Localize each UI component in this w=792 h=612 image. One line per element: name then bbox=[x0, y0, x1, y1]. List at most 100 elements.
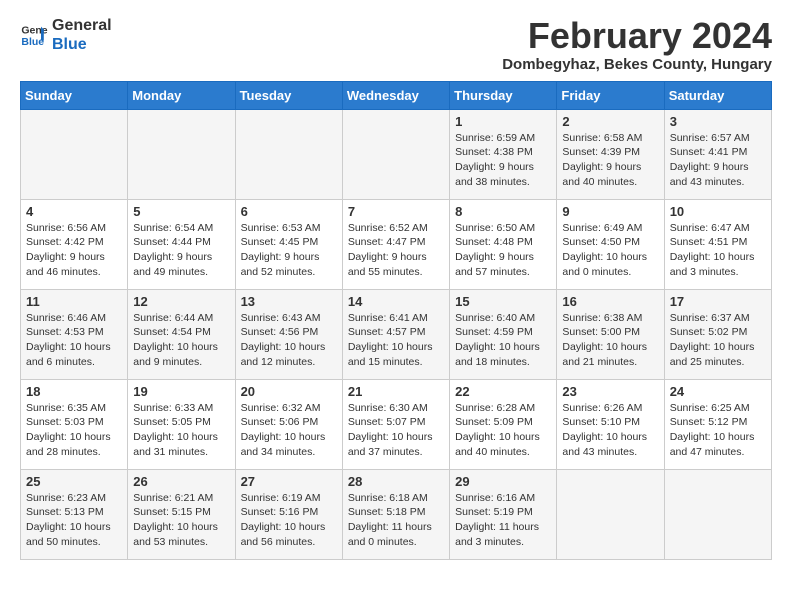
subtitle: Dombegyhaz, Bekes County, Hungary bbox=[502, 56, 772, 73]
cell-info: Sunrise: 6:46 AMSunset: 4:53 PMDaylight:… bbox=[26, 311, 122, 370]
calendar-cell: 12 Sunrise: 6:44 AMSunset: 4:54 PMDayligh… bbox=[128, 289, 235, 379]
col-header-friday: Friday bbox=[557, 81, 664, 109]
calendar-cell: 9 Sunrise: 6:49 AMSunset: 4:50 PMDaylight… bbox=[557, 199, 664, 289]
calendar-cell bbox=[21, 109, 128, 199]
calendar-cell: 26 Sunrise: 6:21 AMSunset: 5:15 PMDayligh… bbox=[128, 469, 235, 559]
cell-day-number: 12 bbox=[133, 294, 229, 309]
calendar-cell: 16 Sunrise: 6:38 AMSunset: 5:00 PMDayligh… bbox=[557, 289, 664, 379]
cell-info: Sunrise: 6:18 AMSunset: 5:18 PMDaylight:… bbox=[348, 491, 444, 550]
calendar-cell: 20 Sunrise: 6:32 AMSunset: 5:06 PMDayligh… bbox=[235, 379, 342, 469]
calendar-cell: 1 Sunrise: 6:59 AMSunset: 4:38 PMDaylight… bbox=[450, 109, 557, 199]
col-header-saturday: Saturday bbox=[664, 81, 771, 109]
cell-day-number: 16 bbox=[562, 294, 658, 309]
page-header: General Blue General Blue February 2024 … bbox=[20, 16, 772, 73]
logo-blue: Blue bbox=[52, 35, 112, 54]
logo-general: General bbox=[52, 16, 112, 35]
cell-day-number: 2 bbox=[562, 114, 658, 129]
cell-day-number: 21 bbox=[348, 384, 444, 399]
cell-info: Sunrise: 6:56 AMSunset: 4:42 PMDaylight:… bbox=[26, 221, 122, 280]
cell-day-number: 10 bbox=[670, 204, 766, 219]
cell-info: Sunrise: 6:50 AMSunset: 4:48 PMDaylight:… bbox=[455, 221, 551, 280]
cell-day-number: 7 bbox=[348, 204, 444, 219]
calendar-table: SundayMondayTuesdayWednesdayThursdayFrid… bbox=[20, 81, 772, 560]
calendar-cell: 17Sunrise: 6:37 AMSunset: 5:02 PMDayligh… bbox=[664, 289, 771, 379]
cell-info: Sunrise: 6:33 AMSunset: 5:05 PMDaylight:… bbox=[133, 401, 229, 460]
calendar-cell: 4 Sunrise: 6:56 AMSunset: 4:42 PMDaylight… bbox=[21, 199, 128, 289]
calendar-cell: 28 Sunrise: 6:18 AMSunset: 5:18 PMDayligh… bbox=[342, 469, 449, 559]
cell-info: Sunrise: 6:32 AMSunset: 5:06 PMDaylight:… bbox=[241, 401, 337, 460]
cell-day-number: 29 bbox=[455, 474, 551, 489]
cell-info: Sunrise: 6:37 AMSunset: 5:02 PMDaylight:… bbox=[670, 311, 766, 370]
col-header-monday: Monday bbox=[128, 81, 235, 109]
calendar-cell: 24 Sunrise: 6:25 AMSunset: 5:12 PMDayligh… bbox=[664, 379, 771, 469]
cell-info: Sunrise: 6:19 AMSunset: 5:16 PMDaylight:… bbox=[241, 491, 337, 550]
calendar-cell: 14Sunrise: 6:41 AMSunset: 4:57 PMDayligh… bbox=[342, 289, 449, 379]
cell-info: Sunrise: 6:28 AMSunset: 5:09 PMDaylight:… bbox=[455, 401, 551, 460]
calendar-cell bbox=[557, 469, 664, 559]
cell-info: Sunrise: 6:43 AMSunset: 4:56 PMDaylight:… bbox=[241, 311, 337, 370]
cell-day-number: 22 bbox=[455, 384, 551, 399]
cell-day-number: 5 bbox=[133, 204, 229, 219]
cell-day-number: 20 bbox=[241, 384, 337, 399]
calendar-cell: 23 Sunrise: 6:26 AMSunset: 5:10 PMDayligh… bbox=[557, 379, 664, 469]
calendar-cell: 3Sunrise: 6:57 AMSunset: 4:41 PMDaylight… bbox=[664, 109, 771, 199]
cell-info: Sunrise: 6:52 AMSunset: 4:47 PMDaylight:… bbox=[348, 221, 444, 280]
logo: General Blue General Blue bbox=[20, 16, 112, 54]
cell-info: Sunrise: 6:58 AMSunset: 4:39 PMDaylight:… bbox=[562, 131, 658, 190]
calendar-cell: 27 Sunrise: 6:19 AMSunset: 5:16 PMDayligh… bbox=[235, 469, 342, 559]
cell-day-number: 1 bbox=[455, 114, 551, 129]
col-header-sunday: Sunday bbox=[21, 81, 128, 109]
cell-day-number: 15 bbox=[455, 294, 551, 309]
cell-info: Sunrise: 6:38 AMSunset: 5:00 PMDaylight:… bbox=[562, 311, 658, 370]
cell-day-number: 6 bbox=[241, 204, 337, 219]
cell-day-number: 26 bbox=[133, 474, 229, 489]
cell-info: Sunrise: 6:25 AMSunset: 5:12 PMDaylight:… bbox=[670, 401, 766, 460]
cell-day-number: 9 bbox=[562, 204, 658, 219]
cell-day-number: 11 bbox=[26, 294, 122, 309]
cell-info: Sunrise: 6:47 AMSunset: 4:51 PMDaylight:… bbox=[670, 221, 766, 280]
col-header-wednesday: Wednesday bbox=[342, 81, 449, 109]
cell-info: Sunrise: 6:59 AMSunset: 4:38 PMDaylight:… bbox=[455, 131, 551, 190]
calendar-cell: 21 Sunrise: 6:30 AMSunset: 5:07 PMDayligh… bbox=[342, 379, 449, 469]
calendar-cell: 10 Sunrise: 6:47 AMSunset: 4:51 PMDayligh… bbox=[664, 199, 771, 289]
cell-day-number: 27 bbox=[241, 474, 337, 489]
cell-info: Sunrise: 6:35 AMSunset: 5:03 PMDaylight:… bbox=[26, 401, 122, 460]
calendar-cell: 25Sunrise: 6:23 AMSunset: 5:13 PMDayligh… bbox=[21, 469, 128, 559]
main-title: February 2024 bbox=[502, 16, 772, 56]
cell-info: Sunrise: 6:21 AMSunset: 5:15 PMDaylight:… bbox=[133, 491, 229, 550]
cell-info: Sunrise: 6:41 AMSunset: 4:57 PMDaylight:… bbox=[348, 311, 444, 370]
svg-text:General: General bbox=[21, 25, 48, 37]
calendar-cell: 22 Sunrise: 6:28 AMSunset: 5:09 PMDayligh… bbox=[450, 379, 557, 469]
calendar-cell bbox=[342, 109, 449, 199]
col-header-tuesday: Tuesday bbox=[235, 81, 342, 109]
cell-day-number: 13 bbox=[241, 294, 337, 309]
cell-info: Sunrise: 6:26 AMSunset: 5:10 PMDaylight:… bbox=[562, 401, 658, 460]
calendar-cell: 7 Sunrise: 6:52 AMSunset: 4:47 PMDaylight… bbox=[342, 199, 449, 289]
calendar-cell bbox=[664, 469, 771, 559]
calendar-cell: 15 Sunrise: 6:40 AMSunset: 4:59 PMDayligh… bbox=[450, 289, 557, 379]
calendar-cell: 5 Sunrise: 6:54 AMSunset: 4:44 PMDaylight… bbox=[128, 199, 235, 289]
cell-info: Sunrise: 6:54 AMSunset: 4:44 PMDaylight:… bbox=[133, 221, 229, 280]
cell-info: Sunrise: 6:30 AMSunset: 5:07 PMDaylight:… bbox=[348, 401, 444, 460]
cell-day-number: 4 bbox=[26, 204, 122, 219]
calendar-cell: 29 Sunrise: 6:16 AMSunset: 5:19 PMDayligh… bbox=[450, 469, 557, 559]
calendar-cell: 18 Sunrise: 6:35 AMSunset: 5:03 PMDayligh… bbox=[21, 379, 128, 469]
cell-info: Sunrise: 6:40 AMSunset: 4:59 PMDaylight:… bbox=[455, 311, 551, 370]
cell-day-number: 28 bbox=[348, 474, 444, 489]
cell-info: Sunrise: 6:49 AMSunset: 4:50 PMDaylight:… bbox=[562, 221, 658, 280]
cell-day-number: 23 bbox=[562, 384, 658, 399]
logo-icon: General Blue bbox=[20, 21, 48, 49]
cell-info: Sunrise: 6:44 AMSunset: 4:54 PMDaylight:… bbox=[133, 311, 229, 370]
calendar-cell: 8 Sunrise: 6:50 AMSunset: 4:48 PMDaylight… bbox=[450, 199, 557, 289]
cell-day-number: 24 bbox=[670, 384, 766, 399]
cell-info: Sunrise: 6:53 AMSunset: 4:45 PMDaylight:… bbox=[241, 221, 337, 280]
cell-day-number: 18 bbox=[26, 384, 122, 399]
cell-day-number: 19 bbox=[133, 384, 229, 399]
calendar-cell: 2 Sunrise: 6:58 AMSunset: 4:39 PMDaylight… bbox=[557, 109, 664, 199]
cell-day-number: 8 bbox=[455, 204, 551, 219]
cell-day-number: 25 bbox=[26, 474, 122, 489]
cell-day-number: 3 bbox=[670, 114, 766, 129]
title-block: February 2024 Dombegyhaz, Bekes County, … bbox=[502, 16, 772, 73]
cell-info: Sunrise: 6:16 AMSunset: 5:19 PMDaylight:… bbox=[455, 491, 551, 550]
svg-text:Blue: Blue bbox=[21, 36, 44, 48]
